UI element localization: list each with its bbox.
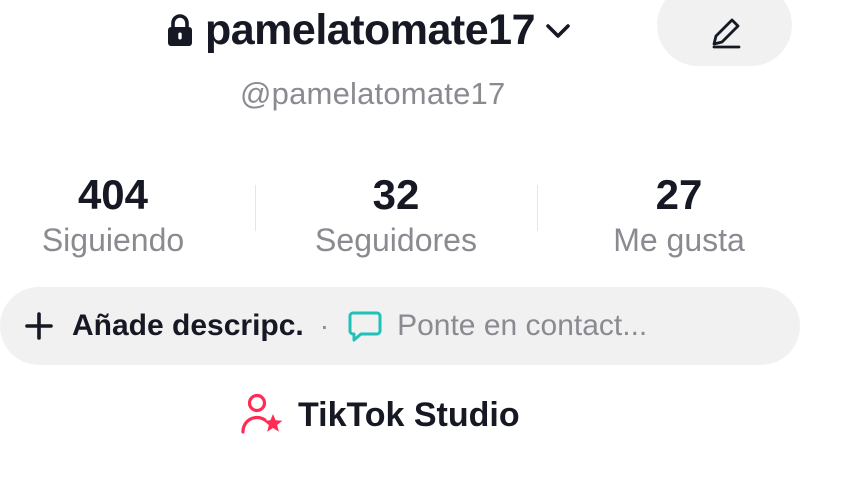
username-switcher[interactable]: pamelatomate17 xyxy=(165,2,573,58)
bio-separator: · xyxy=(319,310,330,341)
following-label: Siguiendo xyxy=(41,222,185,258)
stat-divider xyxy=(537,185,538,231)
bio-contact-bar: Añade descripc. · Ponte en contact... xyxy=(0,287,800,365)
add-bio-button[interactable]: Añade descripc. xyxy=(72,309,304,343)
contact-button[interactable]: Ponte en contact... xyxy=(397,309,647,343)
followers-count: 32 xyxy=(372,171,420,218)
chevron-down-icon[interactable] xyxy=(543,21,573,41)
tiktok-studio-label: TikTok Studio xyxy=(298,395,520,434)
person-star-icon xyxy=(241,393,283,434)
profile-handle: @pamelatomate17 xyxy=(240,76,506,111)
followers-label: Seguidores xyxy=(315,222,477,258)
profile-username: pamelatomate17 xyxy=(205,5,536,54)
plus-icon[interactable] xyxy=(24,311,54,341)
chat-bubble-icon xyxy=(348,311,382,342)
pencil-icon xyxy=(712,18,740,49)
following-stat[interactable]: 404 Siguiendo xyxy=(0,170,253,260)
followers-stat[interactable]: 32 Seguidores xyxy=(256,170,536,260)
likes-stat[interactable]: 27 Me gusta xyxy=(539,170,819,260)
profile-page: pamelatomate17 @pamelatomate17 404 Sigui… xyxy=(0,0,844,484)
edit-profile-button[interactable] xyxy=(657,0,792,66)
following-count: 404 xyxy=(77,171,149,218)
likes-count: 27 xyxy=(655,171,703,218)
lock-icon xyxy=(168,14,192,46)
likes-label: Me gusta xyxy=(613,222,745,258)
tiktok-studio-button[interactable]: TikTok Studio xyxy=(240,390,520,440)
